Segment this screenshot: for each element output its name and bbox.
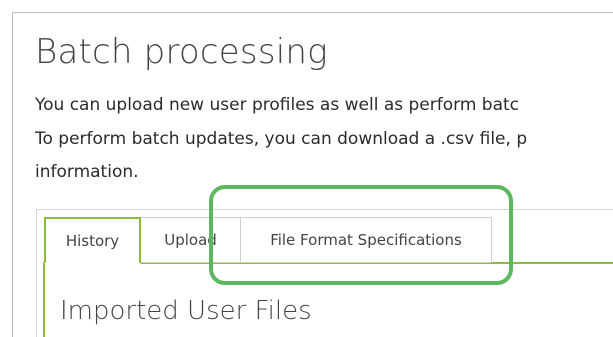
description-line-3: information. <box>35 162 139 182</box>
tab-upload[interactable]: Upload <box>140 217 241 263</box>
section-title: Imported User Files <box>60 296 312 326</box>
tab-file-format-specifications-label: File Format Specifications <box>270 231 462 249</box>
tab-history-label: History <box>65 231 120 250</box>
tab-content-left-border <box>43 262 45 337</box>
tab-file-format-specifications[interactable]: File Format Specifications <box>240 217 492 263</box>
panel-top-border <box>12 12 613 13</box>
page-title: Batch processing <box>35 32 328 72</box>
tab-history[interactable]: History <box>44 217 141 264</box>
batch-processing-panel: Batch processing You can upload new user… <box>0 0 613 337</box>
description-line-1: You can upload new user profiles as well… <box>35 95 520 115</box>
description-line-2: To perform batch updates, you can downlo… <box>35 129 528 149</box>
tab-upload-label: Upload <box>164 231 217 249</box>
panel-left-border <box>12 13 13 337</box>
